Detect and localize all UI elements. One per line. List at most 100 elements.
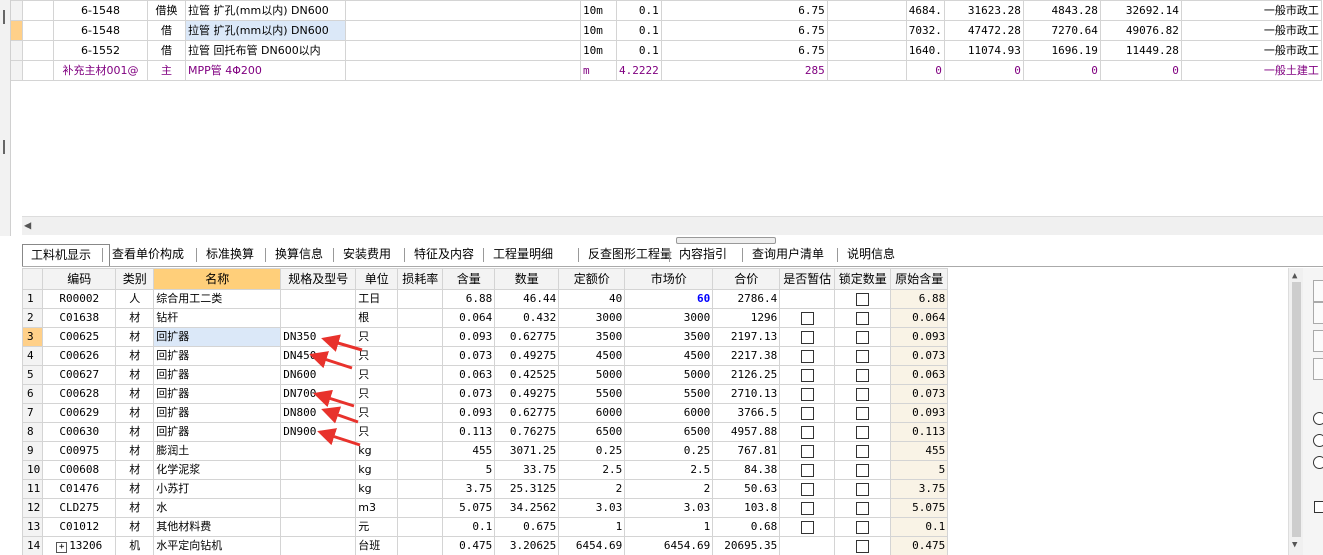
lock-cell[interactable] xyxy=(834,479,892,499)
cell-spec[interactable]: DN350 xyxy=(280,327,357,347)
row-number[interactable]: 7 xyxy=(22,403,44,423)
material-row[interactable]: 2 C01638 材钻杆根 0.064 0.432 3000 3000 1296 0.064 xyxy=(22,308,949,328)
quota-row[interactable]: 6-1548 借拉管 扩孔(mm以内) DN600 10m 0.1 6.75 7032. 4… xyxy=(0,20,1322,41)
scroll-left-icon[interactable]: ◀ xyxy=(24,218,31,232)
side-radio[interactable] xyxy=(1313,456,1323,469)
cell-total[interactable]: 0.68 xyxy=(712,517,781,537)
estimate-cell[interactable] xyxy=(779,441,836,461)
estimate-cell[interactable] xyxy=(779,384,836,404)
column-header[interactable]: 规格及型号 xyxy=(280,268,357,290)
cell-market[interactable]: 2 xyxy=(624,479,714,499)
tab-9[interactable]: 查询用户清单 xyxy=(744,244,843,264)
estimate-cell[interactable] xyxy=(779,422,836,442)
cell-total[interactable]: 2197.13 xyxy=(712,327,781,347)
cell-unit[interactable]: m3 xyxy=(355,498,399,518)
tab-2[interactable]: 标准换算 xyxy=(198,244,271,264)
cell-cat[interactable]: 材 xyxy=(115,308,155,328)
column-header[interactable]: 含量 xyxy=(442,268,496,290)
cell-price[interactable]: 5000 xyxy=(558,365,626,385)
cell-loss[interactable] xyxy=(397,479,444,499)
cell-spec[interactable]: DN450 xyxy=(280,346,357,366)
cell-spec[interactable]: DN700 xyxy=(280,384,357,404)
cell-content[interactable]: 6.88 xyxy=(442,289,496,309)
cell-content[interactable]: 0.093 xyxy=(442,403,496,423)
quota-id[interactable]: 6-1548 xyxy=(53,20,148,41)
cell-total[interactable]: 2710.13 xyxy=(712,384,781,404)
cell-cat[interactable]: 材 xyxy=(115,441,155,461)
cell-name[interactable]: 化学泥浆 xyxy=(153,460,282,480)
estimate-checkbox[interactable] xyxy=(800,425,814,439)
cell-spec[interactable] xyxy=(280,460,357,480)
cell-total[interactable]: 2217.38 xyxy=(712,346,781,366)
estimate-cell[interactable] xyxy=(779,479,836,499)
cell-cat[interactable]: 材 xyxy=(115,460,155,480)
cell-unit[interactable]: kg xyxy=(355,441,399,461)
estimate-cell[interactable] xyxy=(779,289,836,309)
quota-v4[interactable]: 1696.19 xyxy=(1022,40,1101,61)
quota-v1[interactable]: 6.75 xyxy=(660,20,828,41)
cell-unit[interactable]: 只 xyxy=(355,365,399,385)
cell-orig[interactable]: 5.075 xyxy=(890,498,949,518)
cell-qty[interactable]: 0.49275 xyxy=(494,384,560,404)
cell-spec[interactable] xyxy=(280,441,357,461)
quota-name[interactable]: 拉管 扩孔(mm以内) DN600 xyxy=(185,20,346,41)
row-number[interactable]: 8 xyxy=(22,422,44,442)
cell-cat[interactable]: 材 xyxy=(115,498,155,518)
quota-qty[interactable]: 0.1 xyxy=(616,40,662,61)
side-button[interactable] xyxy=(1313,358,1323,380)
estimate-cell[interactable] xyxy=(779,403,836,423)
cell-unit[interactable]: 只 xyxy=(355,346,399,366)
row-number[interactable]: 5 xyxy=(22,365,44,385)
material-row[interactable]: 7 C00629 材回扩器 DN800 只 0.093 0.62775 6000 6000 376… xyxy=(22,403,949,423)
cell-qty[interactable]: 0.62775 xyxy=(494,403,560,423)
cell-cat[interactable]: 材 xyxy=(115,403,155,423)
lock-cell[interactable] xyxy=(834,498,892,518)
estimate-checkbox[interactable] xyxy=(800,330,814,344)
cell-content[interactable]: 0.073 xyxy=(442,346,496,366)
lock-cell[interactable] xyxy=(834,517,892,537)
lock-checkbox[interactable] xyxy=(856,330,870,344)
lock-cell[interactable] xyxy=(834,403,892,423)
lock-cell[interactable] xyxy=(834,536,892,555)
lock-cell[interactable] xyxy=(834,365,892,385)
column-header[interactable]: 数量 xyxy=(494,268,560,290)
cell-price[interactable]: 6000 xyxy=(558,403,626,423)
quota-cell[interactable] xyxy=(345,40,581,61)
quota-unit[interactable]: 10m xyxy=(580,40,617,61)
quota-cell[interactable] xyxy=(345,60,581,81)
cell-qty[interactable]: 33.75 xyxy=(494,460,560,480)
lock-checkbox[interactable] xyxy=(856,501,870,515)
side-radio[interactable] xyxy=(1313,434,1323,447)
material-row[interactable]: 11 C01476 材小苏打 kg 3.75 25.3125 2 2 50.63 3.75 xyxy=(22,479,949,499)
cell-code[interactable]: CLD275 xyxy=(42,498,117,518)
cell-cat[interactable]: 材 xyxy=(115,517,155,537)
cell-market[interactable]: 3000 xyxy=(624,308,714,328)
cell-price[interactable]: 3500 xyxy=(558,327,626,347)
cell-name[interactable]: 综合用工二类 xyxy=(153,289,282,309)
material-row[interactable]: 3 C00625 材回扩器 DN350 只 0.093 0.62775 3500 3500 219… xyxy=(22,327,949,347)
quota-cell[interactable] xyxy=(826,60,907,81)
cell-spec[interactable] xyxy=(280,536,357,555)
cell-total[interactable]: 84.38 xyxy=(712,460,781,480)
quota-cat[interactable]: 一般市政工 xyxy=(1180,40,1322,61)
estimate-checkbox[interactable] xyxy=(800,349,814,363)
cell-content[interactable]: 0.475 xyxy=(442,536,496,555)
quota-qty[interactable]: 0.1 xyxy=(616,20,662,41)
quota-v5[interactable]: 11449.28 xyxy=(1099,40,1182,61)
quota-v5[interactable]: 49076.82 xyxy=(1099,20,1182,41)
cell-loss[interactable] xyxy=(397,422,444,442)
cell-content[interactable]: 0.1 xyxy=(442,517,496,537)
cell-price[interactable]: 3.03 xyxy=(558,498,626,518)
estimate-checkbox[interactable] xyxy=(800,482,814,496)
quota-row[interactable]: 6-1548 借换 拉管 扩孔(mm以内) DN600 10m 0.1 6.75 4684.… xyxy=(0,0,1322,21)
estimate-checkbox[interactable] xyxy=(800,406,814,420)
cell-price[interactable]: 2.5 xyxy=(558,460,626,480)
row-number[interactable]: 1 xyxy=(22,289,44,309)
lock-checkbox[interactable] xyxy=(856,387,870,401)
cell-loss[interactable] xyxy=(397,517,444,537)
material-row[interactable]: 5 C00627 材回扩器 DN600 只 0.063 0.42525 5000 5000 212… xyxy=(22,365,949,385)
cell-market[interactable]: 6000 xyxy=(624,403,714,423)
cell-code[interactable]: C00627 xyxy=(42,365,117,385)
cell-market[interactable]: 5000 xyxy=(624,365,714,385)
quota-id[interactable]: 补充主材001@ xyxy=(53,60,148,81)
